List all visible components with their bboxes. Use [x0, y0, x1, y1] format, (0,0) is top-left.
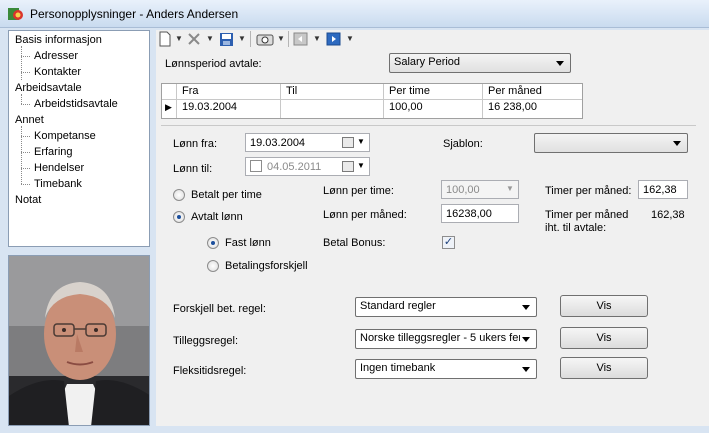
salary-grid: Fra Til Per time Per måned ▶ 19.03.2004 …: [161, 83, 583, 119]
timer-avtale-label-1: Timer per måned: [545, 209, 629, 221]
camera-icon[interactable]: [256, 31, 274, 47]
chevron-down-icon[interactable]: ▼: [206, 34, 214, 43]
forskjell-label: Forskjell bet. regel:: [173, 303, 266, 315]
toolbar: ▼ ▼ ▼ ▼ ▼ ▼: [156, 30, 709, 48]
tree-item-adresser[interactable]: Adresser: [34, 50, 78, 62]
tree-item-annet[interactable]: Annet: [15, 114, 44, 126]
chevron-down-icon[interactable]: ▼: [313, 34, 321, 43]
sjablon-label: Sjablon:: [443, 138, 483, 150]
main-panel: ▼ ▼ ▼ ▼ ▼ ▼ Lønnsperiod avtale: Salary P…: [156, 30, 709, 433]
fleks-label: Fleksitidsregel:: [173, 365, 247, 377]
detail-panel: Lønn fra: 19.03.2004 ▼ Lønn til: 04.05.2…: [161, 125, 696, 380]
calendar-icon[interactable]: [342, 161, 354, 172]
betal-bonus-checkbox[interactable]: ✓: [442, 236, 455, 249]
fast-lonn-radio[interactable]: [207, 237, 219, 249]
tillegg-label: Tilleggsregel:: [173, 335, 239, 347]
chevron-down-icon[interactable]: ▼: [175, 34, 183, 43]
timer-per-maned-label: Timer per måned:: [545, 185, 632, 197]
lonn-per-maned-label: Lønn per måned:: [323, 209, 407, 221]
timer-per-maned-field[interactable]: 162,38: [638, 180, 688, 199]
lonn-til-date-picker[interactable]: 04.05.2011 ▼: [245, 157, 370, 176]
avtalt-lonn-label: Avtalt lønn: [191, 211, 243, 223]
fast-lonn-label: Fast lønn: [225, 237, 271, 249]
tillegg-select[interactable]: Norske tilleggsregler - 5 ukers fer: [355, 329, 537, 349]
fleks-select[interactable]: Ingen timebank: [355, 359, 537, 379]
previous-icon[interactable]: [293, 31, 308, 47]
forskjell-select[interactable]: Standard regler: [355, 297, 537, 317]
betalingsforskjell-radio[interactable]: [207, 260, 219, 272]
employee-photo: [8, 255, 150, 426]
navigation-tree: Basis informasjon Adresser Kontakter Arb…: [8, 30, 150, 247]
tree-item-arbeidstidsavtale[interactable]: Arbeidstidsavtale: [34, 98, 118, 110]
lonn-per-maned-field[interactable]: 16238,00: [441, 204, 519, 223]
table-row-per-time[interactable]: 100,00: [386, 101, 423, 113]
avtalt-lonn-radio[interactable]: [173, 211, 185, 223]
chevron-down-icon[interactable]: ▼: [277, 34, 285, 43]
lonn-per-time-label: Lønn per time:: [323, 185, 394, 197]
chevron-down-icon[interactable]: ▼: [357, 137, 365, 146]
grid-header-fra[interactable]: Fra: [179, 85, 199, 97]
chevron-down-icon[interactable]: ▼: [346, 34, 354, 43]
lonn-til-checkbox[interactable]: [250, 160, 262, 172]
sjablon-select[interactable]: [534, 133, 688, 153]
betalt-per-time-label: Betalt per time: [191, 189, 262, 201]
chevron-down-icon[interactable]: ▼: [238, 34, 246, 43]
tree-item-erfaring[interactable]: Erfaring: [34, 146, 73, 158]
save-icon[interactable]: [219, 31, 234, 47]
chevron-down-icon: [522, 337, 530, 342]
title-bar: Personopplysninger - Anders Andersen: [0, 0, 709, 28]
table-row-fra[interactable]: 19.03.2004: [179, 101, 237, 113]
status-bar: [0, 426, 709, 433]
grid-header-til[interactable]: Til: [283, 85, 297, 97]
betalingsforskjell-label: Betalingsforskjell: [225, 260, 308, 272]
chevron-down-icon: [673, 141, 681, 146]
timer-avtale-label-2: iht. til avtale:: [545, 222, 607, 234]
chevron-down-icon: [522, 305, 530, 310]
lonn-per-time-field[interactable]: 100,00 ▼: [441, 180, 519, 199]
grid-header-per-maned[interactable]: Per måned: [485, 85, 542, 97]
new-document-icon[interactable]: [158, 31, 172, 47]
timer-avtale-value: 162,38: [651, 209, 685, 221]
chevron-down-icon[interactable]: ▼: [357, 161, 365, 170]
chevron-down-icon: [556, 61, 564, 66]
betal-bonus-label: Betal Bonus:: [323, 237, 386, 249]
tree-item-hendelser[interactable]: Hendelser: [34, 162, 84, 174]
period-label: Lønnsperiod avtale:: [165, 58, 262, 70]
table-row-per-maned[interactable]: 16 238,00: [485, 101, 537, 113]
tree-item-timebank[interactable]: Timebank: [34, 178, 82, 190]
tree-item-notat[interactable]: Notat: [15, 194, 41, 206]
row-selector-icon: ▶: [165, 102, 172, 112]
tree-item-basis-informasjon[interactable]: Basis informasjon: [15, 34, 102, 46]
tree-item-arbeidsavtale[interactable]: Arbeidsavtale: [15, 82, 82, 94]
lonn-fra-date-picker[interactable]: 19.03.2004 ▼: [245, 133, 370, 152]
chevron-down-icon: [522, 367, 530, 372]
tree-item-kompetanse[interactable]: Kompetanse: [34, 130, 96, 142]
forskjell-vis-button[interactable]: Vis: [560, 295, 648, 317]
period-select[interactable]: Salary Period: [389, 53, 571, 73]
fleks-vis-button[interactable]: Vis: [560, 357, 648, 379]
tillegg-vis-button[interactable]: Vis: [560, 327, 648, 349]
app-icon: [8, 8, 23, 20]
lonn-til-label: Lønn til:: [173, 163, 213, 175]
calendar-icon[interactable]: [342, 137, 354, 148]
chevron-down-icon[interactable]: ▼: [506, 184, 514, 193]
tree-item-kontakter[interactable]: Kontakter: [34, 66, 81, 78]
next-icon[interactable]: [326, 31, 341, 47]
window-title: Personopplysninger - Anders Andersen: [30, 7, 239, 21]
lonn-fra-label: Lønn fra:: [173, 138, 218, 150]
betalt-per-time-radio[interactable]: [173, 189, 185, 201]
grid-header-per-time[interactable]: Per time: [386, 85, 430, 97]
delete-icon[interactable]: [186, 31, 202, 47]
